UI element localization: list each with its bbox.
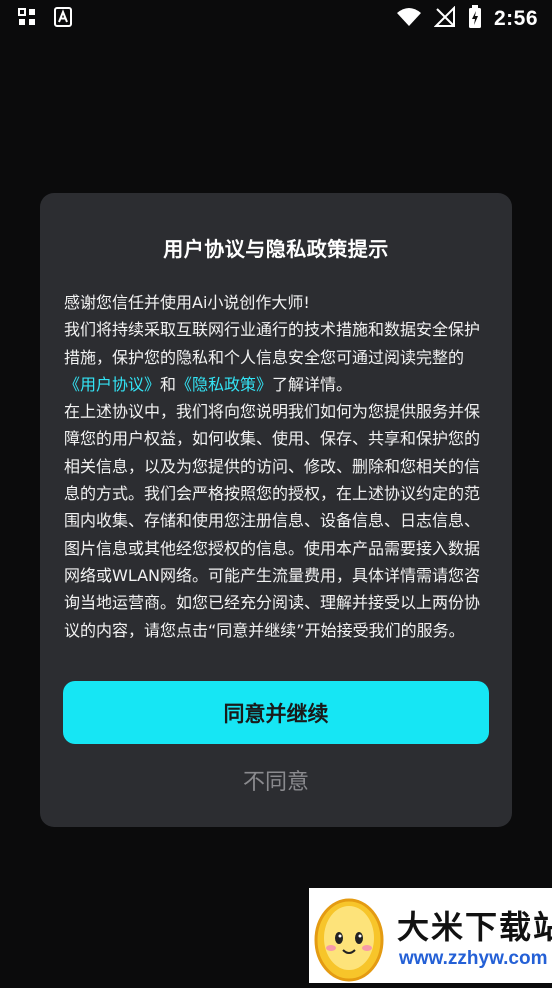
watermark-url: www.zzhyw.com (399, 948, 548, 969)
dialog-body: 感谢您信任并使用Ai小说创作大师! 我们将持续采取互联网行业通行的技术措施和数据… (64, 289, 490, 644)
and-text: 和 (160, 374, 177, 394)
apps-grid-icon (18, 7, 36, 31)
app-notification-icon (54, 6, 72, 32)
user-agreement-link[interactable]: 《用户协议》 (64, 375, 160, 394)
rice-mascot-logo (309, 888, 391, 988)
details-paragraph: 在上述协议中，我们将向您说明我们如何为您提供服务并保障您的用户权益，如何收集、使… (64, 402, 481, 640)
privacy-policy-link[interactable]: 《隐私政策》 (176, 375, 272, 394)
watermark-name: 大米下载站 (397, 909, 552, 945)
agree-continue-button[interactable]: 同意并继续 (63, 681, 489, 744)
dialog-title: 用户协议与隐私政策提示 (163, 239, 389, 261)
disagree-button[interactable]: 不同意 (40, 764, 512, 796)
para1-start: 我们将持续采取互联网行业通行的技术措施和数据安全保护措施，保护您的隐私和个人信息… (64, 320, 481, 367)
intro-text: 感谢您信任并使用Ai小说创作大师! (64, 293, 310, 312)
status-time: 2:56 (493, 7, 538, 30)
agreement-paragraph: 我们将持续采取互联网行业通行的技术措施和数据安全保护措施，保护您的隐私和个人信息… (64, 316, 490, 398)
wifi-icon (396, 7, 422, 32)
battery-charging-icon (468, 4, 482, 34)
no-signal-icon (433, 5, 456, 33)
para1-end: 了解详情。 (272, 374, 353, 394)
status-bar: 2:56 (0, 0, 552, 38)
privacy-dialog: 用户协议与隐私政策提示 感谢您信任并使用Ai小说创作大师! 我们将持续采取互联网… (40, 193, 512, 827)
watermark: 大米下载站 www.zzhyw.com (309, 888, 552, 983)
